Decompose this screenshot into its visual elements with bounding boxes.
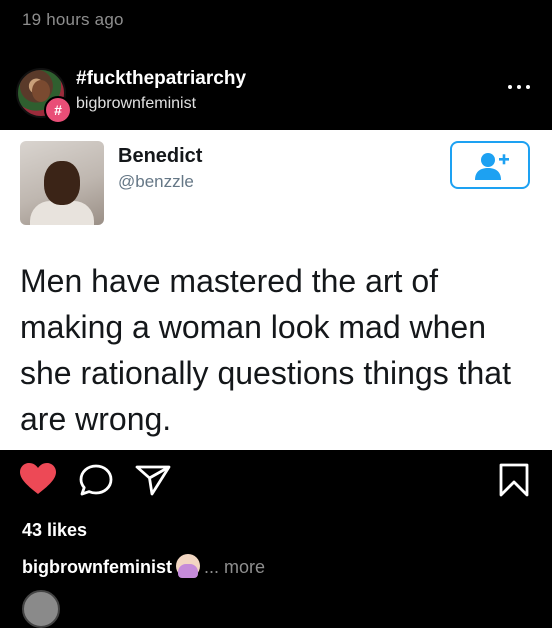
likes-count[interactable]: 43 likes xyxy=(22,520,87,541)
hashtag-badge: # xyxy=(44,96,72,124)
comment-icon[interactable] xyxy=(78,463,114,497)
post-caption: bigbrownfeminist ... more xyxy=(22,554,265,578)
tweet-author-name: Benedict xyxy=(118,145,203,167)
post-timestamp: 19 hours ago xyxy=(22,10,124,29)
share-icon[interactable] xyxy=(134,463,172,497)
hashtag-link[interactable]: #fuckthepatriarchy xyxy=(76,68,246,90)
previous-post-caption-edge xyxy=(0,0,552,4)
more-options-icon[interactable] xyxy=(508,82,532,92)
tweet-author-photo xyxy=(20,141,104,225)
heart-icon[interactable] xyxy=(19,462,57,496)
caption-username[interactable]: bigbrownfeminist xyxy=(22,557,172,577)
post-header: # #fuckthepatriarchy bigbrownfeminist xyxy=(0,60,552,126)
tweet-screenshot: Benedict @benzzle Men have mastered the … xyxy=(0,130,552,450)
person-gesturing-no-emoji xyxy=(176,554,200,578)
tweet-text: Men have mastered the art of making a wo… xyxy=(20,263,511,437)
caption-more-link[interactable]: ... more xyxy=(204,557,265,577)
tweet-author-handle: @benzzle xyxy=(118,172,194,191)
bookmark-icon[interactable] xyxy=(498,462,530,498)
follow-button xyxy=(450,141,530,189)
add-user-icon xyxy=(475,153,509,180)
next-post-avatar[interactable] xyxy=(22,590,60,628)
account-name[interactable]: bigbrownfeminist xyxy=(76,95,196,113)
post-actions xyxy=(0,462,552,508)
